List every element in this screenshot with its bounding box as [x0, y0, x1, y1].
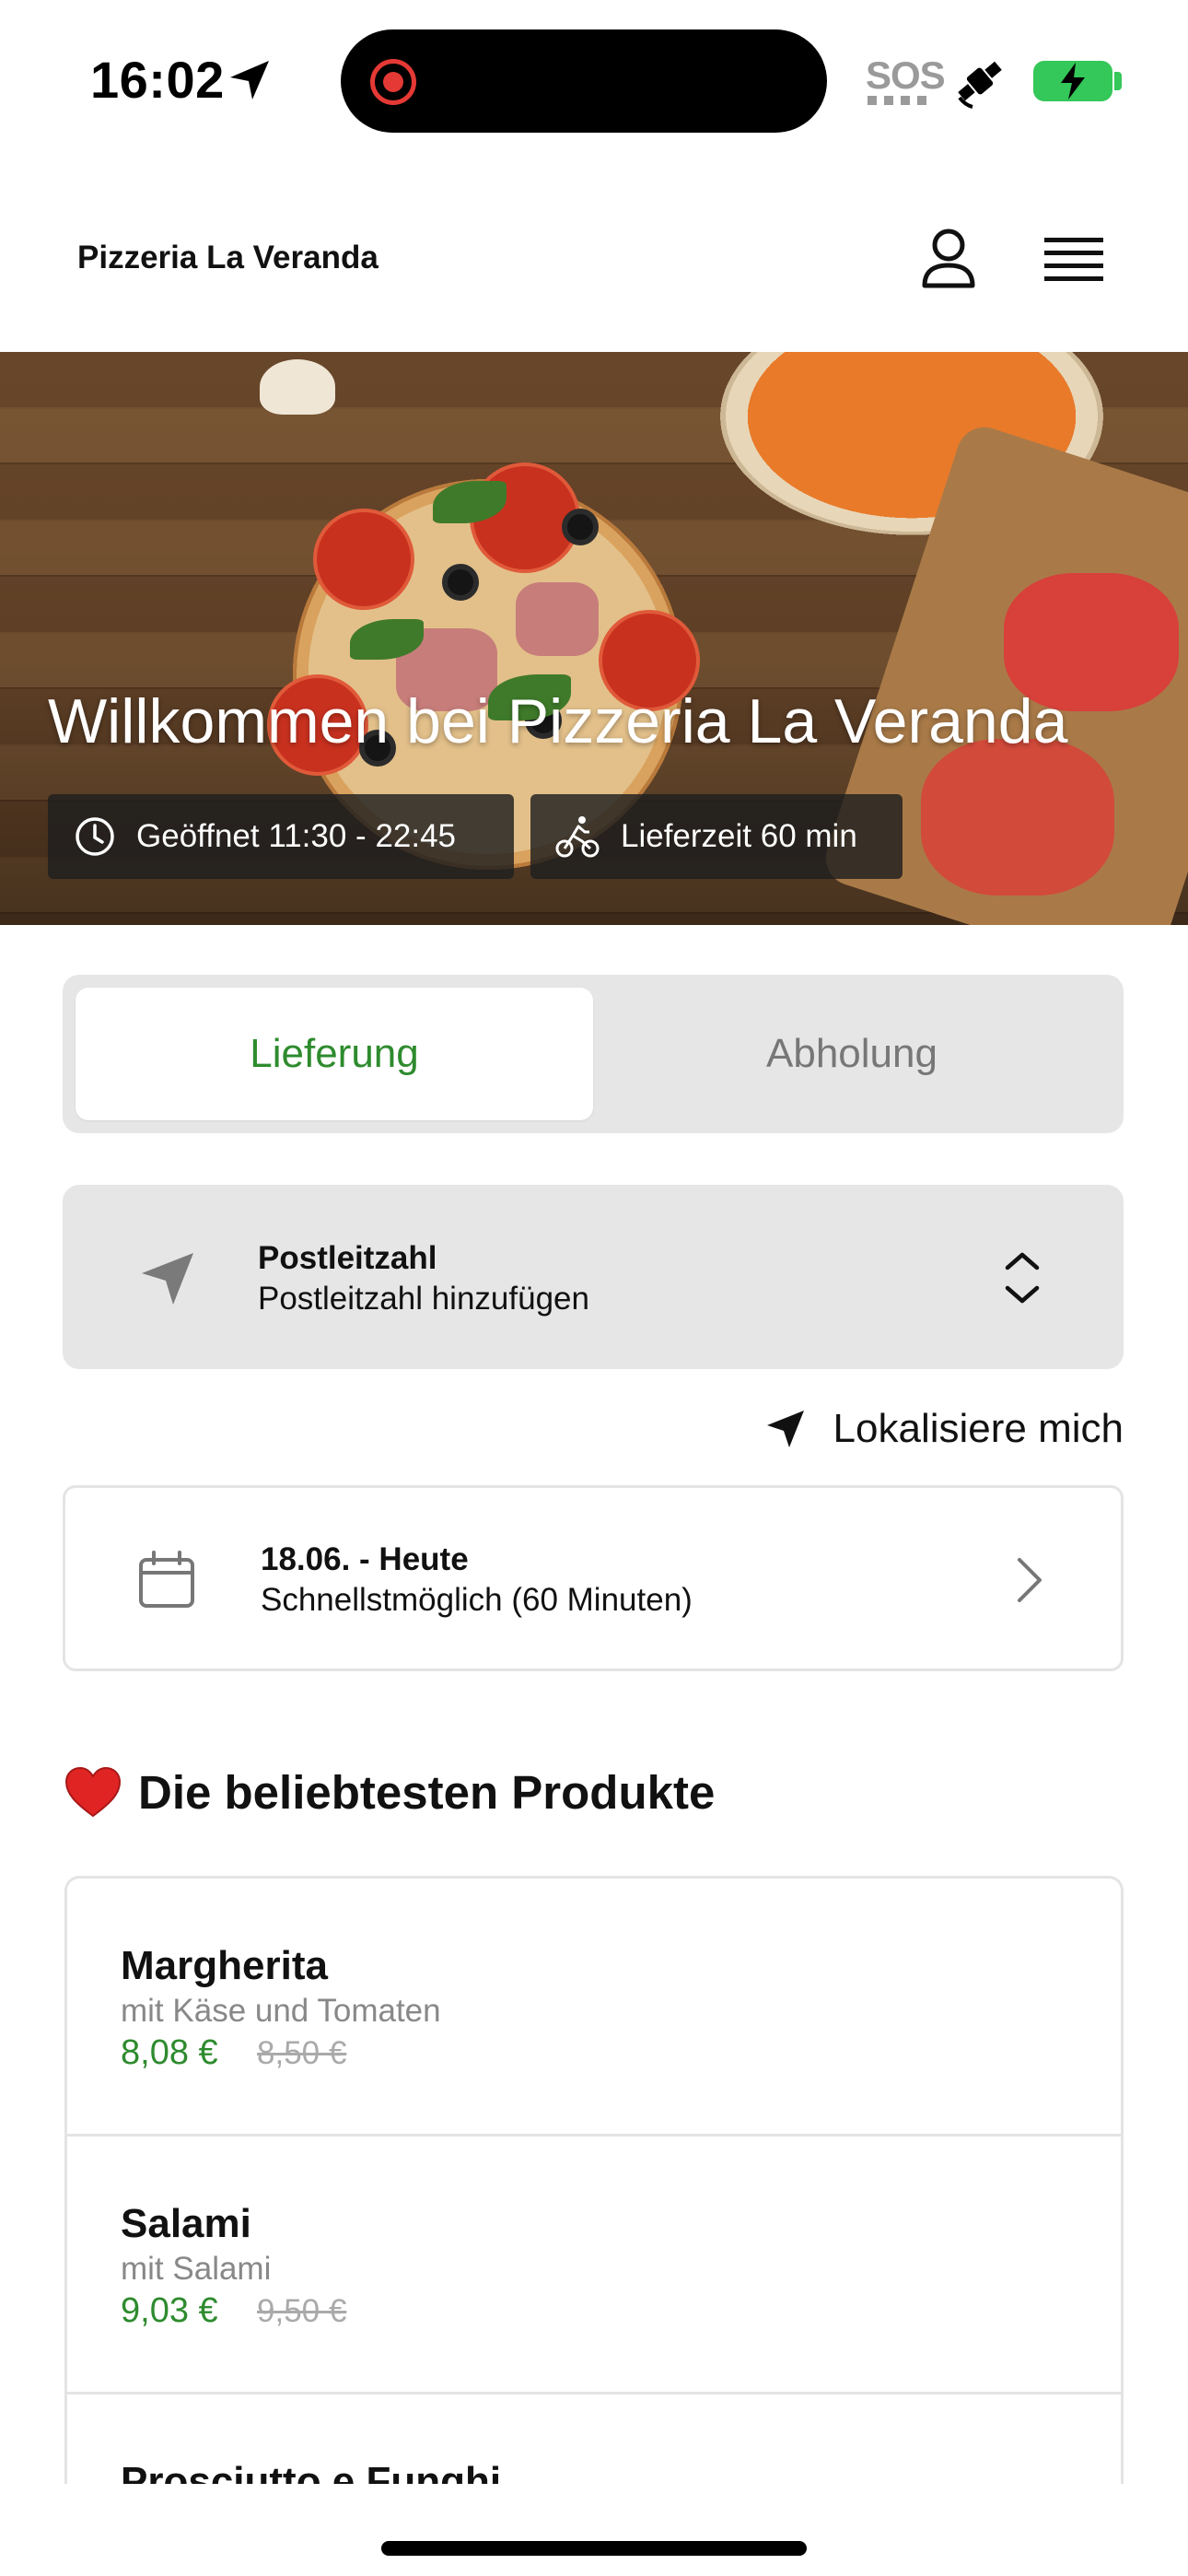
battery-tip [1114, 72, 1122, 90]
postal-code-selector[interactable]: Postleitzahl Postleitzahl hinzufügen [63, 1185, 1124, 1369]
status-bar: 16:02 SOS [0, 0, 1188, 157]
product-price: 8,08 € [121, 2033, 218, 2072]
date-title: 18.06. - Heute [261, 1541, 469, 1577]
product-item[interactable]: Margherita mit Käse und Tomaten 8,08 € 8… [67, 1879, 1121, 2137]
chevron-up-down-icon [1005, 1252, 1040, 1304]
calendar-icon [139, 1551, 194, 1608]
restaurant-name[interactable]: Pizzeria La Veranda [77, 240, 379, 276]
opening-hours-badge: Geöffnet 11:30 - 22:45 [48, 794, 514, 879]
locate-me-button[interactable]: Lokalisiere mich [746, 1397, 1124, 1461]
satellite-icon [958, 61, 1002, 109]
product-item[interactable]: Prosciutto e Funghi [67, 2395, 1121, 2484]
clock-icon [76, 817, 114, 856]
product-old-price: 9,50 € [257, 2293, 347, 2329]
app-header: Pizzeria La Veranda [0, 184, 1188, 352]
bruschetta-image [921, 739, 1114, 896]
date-subtitle: Schnellstmöglich (60 Minuten) [261, 1582, 693, 1618]
tab-pickup[interactable]: Abholung [593, 988, 1111, 1120]
tab-delivery[interactable]: Lieferung [76, 988, 593, 1120]
menu-icon[interactable] [1041, 227, 1107, 291]
postal-code-label: Postleitzahl [258, 1240, 437, 1276]
location-arrow-icon [230, 61, 269, 100]
product-list: Margherita mit Käse und Tomaten 8,08 € 8… [64, 1876, 1124, 2484]
product-description: mit Käse und Tomaten [121, 1993, 441, 2029]
delivery-time-badge: Lieferzeit 60 min [530, 794, 903, 879]
postal-code-placeholder: Postleitzahl hinzufügen [258, 1281, 589, 1317]
sos-indicator: SOS [866, 53, 946, 97]
hero-banner: Willkommen bei Pizzeria La Veranda Geöff… [0, 352, 1188, 925]
status-time: 16:02 [90, 51, 225, 109]
product-price: 9,03 € [121, 2291, 218, 2330]
mushroom-image [260, 359, 335, 415]
section-title-text: Die beliebtesten Produkte [138, 1766, 716, 1819]
bicycle-courier-icon [555, 816, 600, 858]
hero-title: Willkommen bei Pizzeria La Veranda [48, 686, 1068, 756]
product-name: Margherita [121, 1943, 328, 1988]
user-icon[interactable] [912, 221, 985, 295]
charging-bolt-icon [1061, 63, 1085, 100]
opening-hours-text: Geöffnet 11:30 - 22:45 [136, 818, 457, 854]
delivery-time-text: Lieferzeit 60 min [621, 818, 857, 854]
heart-icon [64, 1766, 122, 1817]
home-indicator[interactable] [381, 2541, 807, 2556]
dynamic-island [341, 29, 827, 133]
product-name: Salami [121, 2201, 251, 2246]
location-arrow-icon [142, 1253, 193, 1305]
locate-me-label: Lokalisiere mich [833, 1406, 1124, 1451]
chevron-right-icon [1018, 1558, 1042, 1602]
signal-dots-icon [868, 96, 928, 105]
product-name: Prosciutto e Funghi [121, 2459, 502, 2484]
order-mode-toggle: Lieferung Abholung [63, 975, 1124, 1133]
location-arrow-icon [766, 1411, 804, 1447]
product-old-price: 8,50 € [257, 2035, 347, 2071]
product-item[interactable]: Salami mit Salami 9,03 € 9,50 € [67, 2137, 1121, 2395]
delivery-date-selector[interactable]: 18.06. - Heute Schnellstmöglich (60 Minu… [63, 1485, 1124, 1671]
product-description: mit Salami [121, 2251, 272, 2287]
screen-recording-icon [370, 59, 416, 105]
section-title: Die beliebtesten Produkte [64, 1765, 715, 1820]
